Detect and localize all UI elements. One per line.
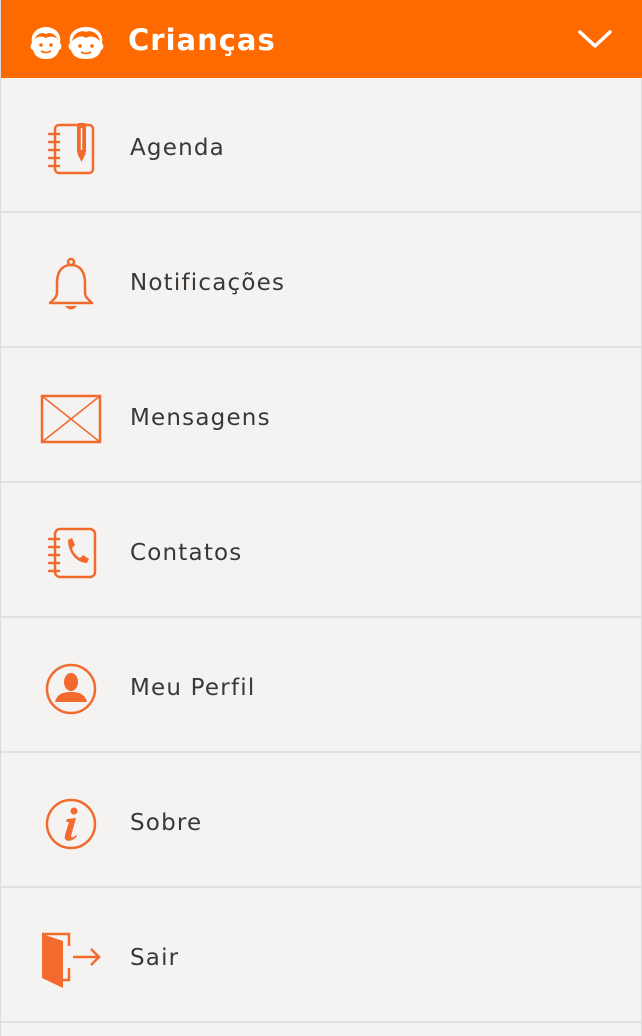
menu-item-agenda[interactable]: Agenda	[1, 78, 642, 213]
exit-door-icon	[42, 932, 101, 988]
menu-item-label: Notificações	[130, 270, 286, 296]
envelope-icon	[40, 394, 102, 444]
navigation-menu: Agenda Notificações Mensagens Contatos M…	[1, 78, 642, 1023]
chevron-down-icon[interactable]	[577, 24, 613, 54]
menu-item-label: Sobre	[130, 810, 203, 836]
menu-item-label: Contatos	[130, 540, 243, 566]
menu-item-notificacoes[interactable]: Notificações	[1, 213, 642, 348]
menu-item-meu-perfil[interactable]: Meu Perfil	[1, 618, 642, 753]
header-title: Crianças	[128, 23, 276, 57]
phonebook-icon	[47, 527, 97, 579]
menu-item-sobre[interactable]: Sobre	[1, 753, 642, 888]
menu-item-label: Mensagens	[130, 405, 271, 431]
menu-item-sair[interactable]: Sair	[1, 888, 642, 1023]
info-icon	[45, 798, 97, 850]
bell-icon	[48, 257, 94, 310]
menu-item-label: Sair	[130, 945, 180, 971]
user-profile-icon	[45, 663, 97, 715]
menu-item-label: Meu Perfil	[130, 675, 256, 701]
menu-item-label: Agenda	[130, 135, 225, 161]
menu-item-mensagens[interactable]: Mensagens	[1, 348, 642, 483]
app-header: Crianças	[1, 0, 642, 78]
menu-item-contatos[interactable]: Contatos	[1, 483, 642, 618]
kids-faces-icon	[30, 27, 104, 59]
side-menu-screen: Crianças Agenda Notificações Mensagens C…	[0, 0, 642, 1036]
notebook-pen-icon	[47, 123, 95, 175]
